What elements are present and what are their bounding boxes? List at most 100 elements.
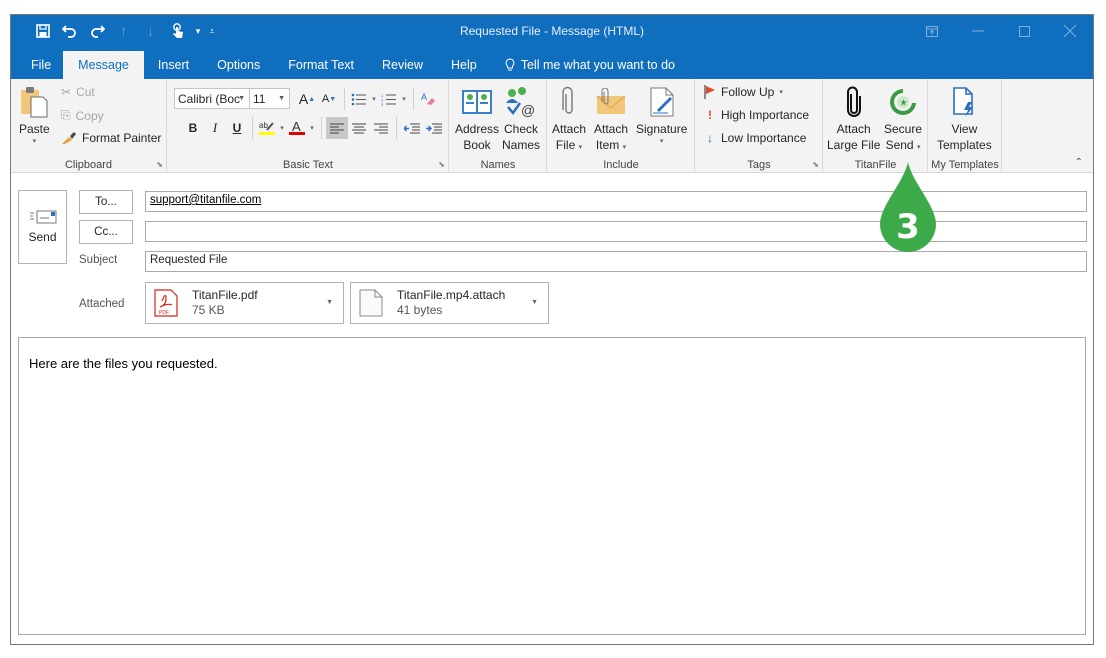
align-right-icon[interactable] (370, 117, 392, 139)
ribbon: Paste ▾ ✂ Cut ⎘ Copy Format Painter Clip… (11, 79, 1093, 173)
clear-formatting-icon[interactable]: A (418, 88, 438, 110)
low-importance-button[interactable]: ↓ Low Importance (704, 131, 806, 145)
attachment-size: 75 KB (192, 303, 225, 317)
paste-button[interactable]: Paste ▾ (19, 83, 50, 145)
tell-me-text: Tell me what you want to do (520, 58, 675, 72)
address-book-button[interactable]: Address Book (455, 83, 499, 153)
attach-large-file-button[interactable]: Attach Large File (827, 83, 880, 153)
titanfile-logo-icon: ★ (887, 83, 919, 121)
increase-indent-icon[interactable] (423, 117, 445, 139)
send-envelope-icon (29, 210, 56, 224)
message-body[interactable]: Here are the files you requested. (18, 337, 1086, 635)
tab-help[interactable]: Help (437, 51, 491, 79)
templates-icon (951, 83, 977, 121)
numbering-icon[interactable]: 123 (379, 88, 399, 110)
maximize-icon[interactable] (1001, 15, 1047, 47)
chevron-down-icon: ▾ (916, 144, 921, 151)
check-names-button[interactable]: @ Check Names (502, 83, 540, 153)
format-painter-button[interactable]: Format Painter (61, 131, 161, 145)
check-names-icon: @ (504, 83, 538, 121)
svg-text:@: @ (521, 102, 535, 118)
tab-review[interactable]: Review (368, 51, 437, 79)
align-left-icon[interactable] (326, 117, 348, 139)
tab-file[interactable]: File (11, 51, 63, 79)
chevron-down-icon: ▾ (779, 89, 783, 96)
close-icon[interactable] (1047, 15, 1093, 47)
to-button[interactable]: To... (79, 190, 133, 214)
underline-button[interactable]: U (226, 117, 248, 139)
basic-text-dialog-launcher-icon[interactable]: ⬊ (438, 160, 445, 169)
decrease-indent-icon[interactable] (401, 117, 423, 139)
step-callout-badge: 3 (880, 162, 936, 252)
copy-icon: ⎘ (61, 108, 71, 122)
minimize-icon[interactable] (955, 15, 1001, 47)
attachment-item[interactable]: TitanFile.mp4.attach 41 bytes ▼ (350, 282, 549, 324)
follow-up-button[interactable]: Follow Up ▾ (704, 85, 783, 99)
attachment-name: TitanFile.pdf (192, 288, 258, 302)
secure-send-button[interactable]: ★ Secure Send ▾ (884, 83, 922, 156)
svg-text:PDF: PDF (159, 310, 169, 316)
attachment-dropdown-icon[interactable]: ▼ (326, 299, 333, 306)
collapse-ribbon-icon[interactable]: ⌃ (1075, 157, 1083, 168)
chevron-down-icon: ▼ (278, 95, 285, 102)
window-controls (909, 15, 1093, 47)
ribbon-tab-bar: File Message Insert Options Format Text … (11, 47, 1093, 79)
group-label-include: Include (603, 159, 639, 171)
numbering-dropdown-icon[interactable]: ▾ (399, 88, 409, 110)
send-button[interactable]: Send (18, 190, 67, 264)
message-body-text: Here are the files you requested. (29, 356, 218, 371)
font-color-dropdown-icon[interactable]: ▾ (307, 117, 317, 139)
to-field[interactable]: support@titanfile.com (145, 191, 1087, 212)
ribbon-display-options-icon[interactable] (909, 15, 955, 47)
cc-button[interactable]: Cc... (79, 220, 133, 244)
subject-field[interactable]: Requested File (145, 251, 1087, 272)
paste-icon (19, 83, 49, 121)
attachment-dropdown-icon[interactable]: ▼ (531, 299, 538, 306)
svg-text:3: 3 (381, 102, 384, 106)
address-book-icon (460, 83, 494, 121)
view-templates-button[interactable]: View Templates (937, 83, 992, 153)
group-my-templates: View Templates My Templates (929, 79, 1002, 173)
highlight-dropdown-icon[interactable]: ▾ (277, 117, 287, 139)
bullets-icon[interactable] (349, 88, 369, 110)
clipboard-dialog-launcher-icon[interactable]: ⬊ (156, 160, 163, 169)
highlight-color-icon[interactable]: ab (257, 117, 277, 139)
group-names: Address Book @ Check Names Names (450, 79, 547, 173)
attach-item-button[interactable]: Attach Item ▾ (594, 83, 628, 156)
tab-insert[interactable]: Insert (144, 51, 203, 79)
attachment-size: 41 bytes (397, 303, 443, 317)
exclamation-icon: ! (708, 108, 712, 122)
attach-file-button[interactable]: Attach File ▾ (552, 83, 586, 156)
font-name-combo[interactable]: Calibri (Boc ▼ (174, 88, 250, 109)
chevron-down-icon: ▼ (238, 95, 245, 102)
font-color-icon[interactable]: A (287, 117, 307, 139)
copy-button[interactable]: ⎘ Copy (61, 108, 104, 123)
shrink-font-icon[interactable]: A ▼ (318, 88, 340, 110)
group-clipboard: Paste ▾ ✂ Cut ⎘ Copy Format Painter Clip… (11, 79, 167, 173)
recipient-email[interactable]: support@titanfile.com (150, 194, 261, 206)
group-label-tags: Tags (747, 159, 771, 171)
tab-message[interactable]: Message (63, 51, 144, 79)
flag-icon (704, 85, 715, 99)
subject-label: Subject (79, 254, 118, 266)
align-center-icon[interactable] (348, 117, 370, 139)
grow-font-icon[interactable]: A ▲ (296, 88, 318, 110)
signature-button[interactable]: Signature ▾ (636, 83, 687, 145)
italic-button[interactable]: I (204, 117, 226, 139)
font-size-combo[interactable]: 11 ▼ (249, 88, 290, 109)
tags-dialog-launcher-icon[interactable]: ⬊ (812, 160, 819, 169)
down-arrow-icon: ↓ (707, 131, 713, 145)
attachment-item[interactable]: PDF TitanFile.pdf 75 KB ▼ (145, 282, 344, 324)
bullets-dropdown-icon[interactable]: ▾ (369, 88, 379, 110)
tell-me-search[interactable]: Tell me what you want to do (491, 51, 689, 79)
tab-format-text[interactable]: Format Text (274, 51, 368, 79)
cut-button[interactable]: ✂ Cut (61, 85, 95, 99)
paperclip-icon (561, 83, 577, 121)
group-basic-text: Calibri (Boc ▼ 11 ▼ A ▲ A ▼ ▾ 123 ▾ A B … (168, 79, 449, 173)
tab-options[interactable]: Options (203, 51, 274, 79)
bold-button[interactable]: B (182, 117, 204, 139)
high-importance-button[interactable]: ! High Importance (704, 108, 809, 122)
paintbrush-icon (62, 132, 76, 144)
group-include: Attach File ▾ Attach Item ▾ Signature ▾ … (548, 79, 695, 173)
cc-field[interactable] (145, 221, 1087, 242)
